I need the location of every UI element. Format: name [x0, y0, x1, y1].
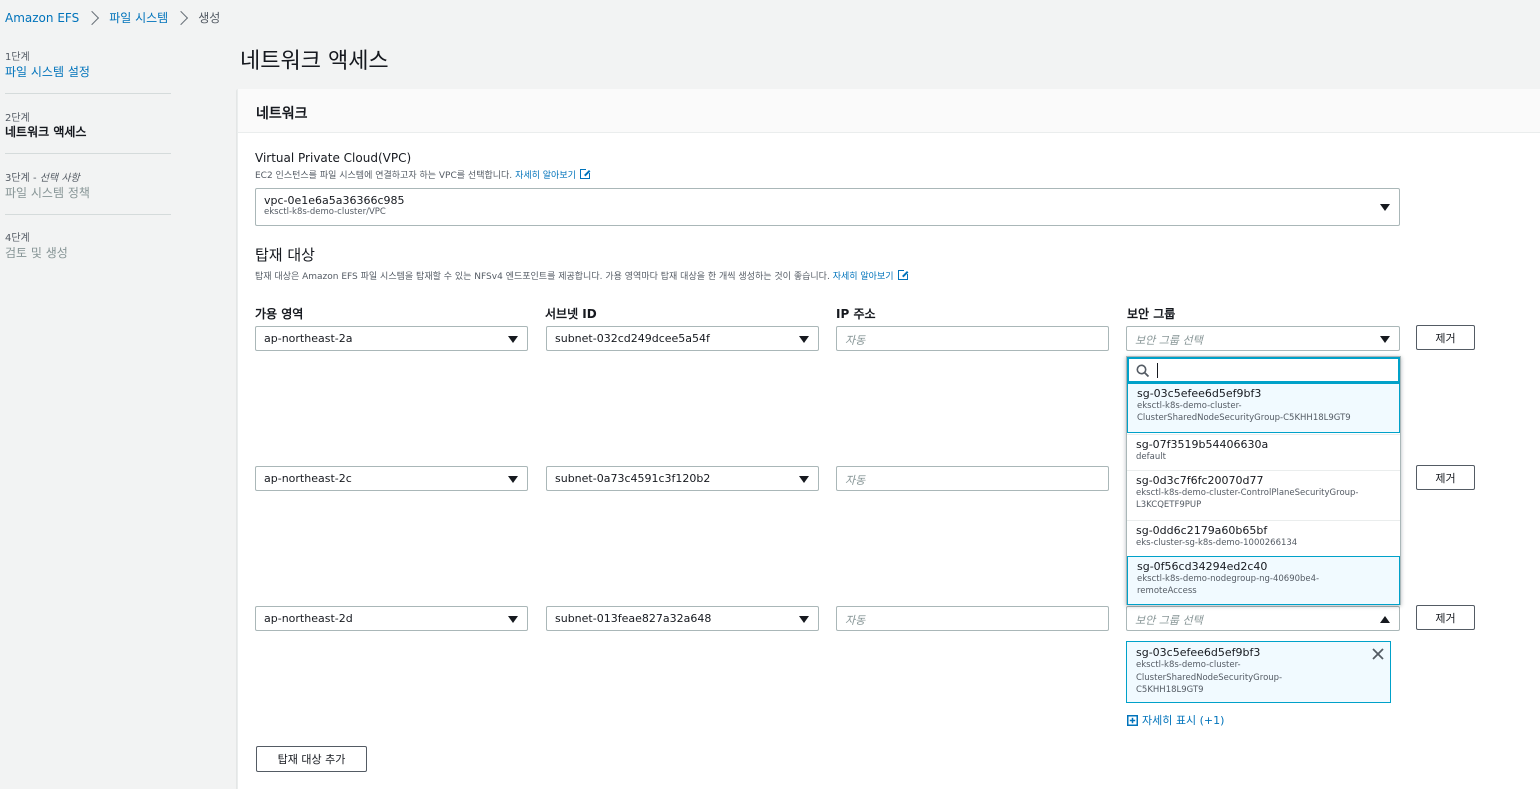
sg-option[interactable]: sg-0d3c7f6fc20070d77 eksctl-k8s-demo-clu…	[1127, 470, 1400, 520]
caret-down-icon	[799, 616, 809, 623]
az-select[interactable]: ap-northeast-2d	[255, 606, 528, 631]
divider	[5, 93, 171, 94]
caret-down-icon	[1380, 336, 1390, 343]
mount-targets-description: 탑재 대상은 Amazon EFS 파일 시스템을 탑재할 수 있는 NFSv4…	[255, 269, 909, 282]
divider	[5, 153, 171, 154]
ip-input[interactable]: 자동	[836, 466, 1109, 491]
vpc-label: Virtual Private Cloud(VPC)	[255, 151, 412, 165]
panel-header: 네트워크	[238, 89, 1540, 133]
vpc-name: eksctl-k8s-demo-cluster/VPC	[264, 207, 386, 217]
sg-option[interactable]: sg-07f3519b54406630a default	[1127, 434, 1400, 470]
caret-up-icon	[1380, 616, 1390, 623]
sg-select[interactable]: 보안 그룹 선택	[1126, 326, 1400, 351]
chevron-right-icon	[85, 10, 100, 25]
token-sg-name: ClusterSharedNodeSecurityGroup-	[1136, 672, 1283, 683]
remove-button[interactable]: 제거	[1416, 325, 1475, 350]
caret-down-icon	[799, 336, 809, 343]
show-more-link[interactable]: 자세히 표시 (+1)	[1127, 712, 1224, 728]
caret-down-icon	[508, 616, 518, 623]
plus-square-icon	[1127, 714, 1138, 726]
panel-title: 네트워크	[256, 106, 308, 122]
breadcrumb: Amazon EFS 파일 시스템 생성	[5, 9, 220, 26]
page-title: 네트워크 액세스	[240, 49, 389, 74]
step-2-number: 2단계	[5, 113, 30, 124]
breadcrumb-current: 생성	[198, 11, 221, 25]
remove-button[interactable]: 제거	[1416, 465, 1475, 490]
token-sg-id: sg-03c5efee6d5ef9bf3	[1136, 646, 1261, 659]
az-select[interactable]: ap-northeast-2a	[255, 326, 528, 351]
selected-sg-token: sg-03c5efee6d5ef9bf3 eksctl-k8s-demo-clu…	[1126, 641, 1391, 703]
mount-learn-more-link[interactable]: 자세히 알아보기	[833, 272, 894, 282]
subnet-select[interactable]: subnet-0a73c4591c3f120b2	[546, 466, 819, 491]
sg-search-input[interactable]	[1127, 357, 1400, 383]
caret-down-icon	[1380, 204, 1390, 211]
col-az: 가용 영역	[255, 307, 304, 321]
breadcrumb-efs[interactable]: Amazon EFS	[5, 11, 79, 25]
az-select[interactable]: ap-northeast-2c	[255, 466, 528, 491]
divider	[5, 214, 171, 215]
external-link-icon	[897, 269, 909, 280]
text-cursor	[1157, 363, 1158, 378]
remove-button[interactable]: 제거	[1416, 605, 1475, 630]
caret-down-icon	[799, 476, 809, 483]
breadcrumb-filesystems[interactable]: 파일 시스템	[109, 9, 168, 26]
step-3-title: 파일 시스템 정책	[5, 186, 90, 200]
sg-option[interactable]: sg-0f56cd34294ed2c40 eksctl-k8s-demo-nod…	[1127, 556, 1400, 605]
subnet-select[interactable]: subnet-013feae827a32a648	[546, 606, 819, 631]
step-1-number: 1단계	[5, 52, 30, 63]
ip-input[interactable]: 자동	[836, 326, 1109, 351]
caret-down-icon	[508, 336, 518, 343]
ip-input[interactable]: 자동	[836, 606, 1109, 631]
caret-down-icon	[508, 476, 518, 483]
close-icon[interactable]	[1372, 648, 1384, 660]
col-ip: IP 주소	[836, 307, 876, 321]
token-sg-name: eksctl-k8s-demo-cluster-	[1136, 660, 1241, 670]
sg-option[interactable]: sg-03c5efee6d5ef9bf3 eksctl-k8s-demo-clu…	[1127, 383, 1400, 433]
subnet-select[interactable]: subnet-032cd249dcee5a54f	[546, 326, 819, 351]
vpc-select[interactable]: vpc-0e1e6a5a36366c985 eksctl-k8s-demo-cl…	[255, 188, 1400, 226]
step-1-title[interactable]: 파일 시스템 설정	[5, 63, 90, 80]
step-3-number: 3단계 - 선택 사항	[5, 173, 80, 184]
sg-select-open[interactable]: 보안 그룹 선택	[1126, 606, 1400, 631]
search-icon	[1136, 364, 1150, 378]
step-2-title: 네트워크 액세스	[5, 125, 87, 139]
chevron-right-icon	[174, 10, 189, 25]
external-link-icon	[579, 168, 591, 179]
sg-dropdown-list: sg-03c5efee6d5ef9bf3 eksctl-k8s-demo-clu…	[1126, 356, 1401, 605]
step-4-title: 검토 및 생성	[5, 246, 68, 260]
col-subnet: 서브넷 ID	[545, 307, 597, 321]
step-4-number: 4단계	[5, 233, 30, 244]
token-sg-name: C5KHH18L9GT9	[1136, 685, 1204, 695]
add-mount-target-button[interactable]: 탑재 대상 추가	[256, 746, 367, 772]
vpc-id: vpc-0e1e6a5a36366c985	[264, 194, 405, 207]
col-sg: 보안 그룹	[1127, 307, 1176, 321]
sg-option[interactable]: sg-0dd6c2179a60b65bf eks-cluster-sg-k8s-…	[1127, 520, 1400, 556]
vpc-learn-more-link[interactable]: 자세히 알아보기	[515, 171, 576, 181]
mount-targets-heading: 탑재 대상	[255, 246, 315, 264]
vpc-description: EC2 인스턴스를 파일 시스템에 연결하고자 하는 VPC를 선택합니다. 자…	[255, 168, 591, 181]
